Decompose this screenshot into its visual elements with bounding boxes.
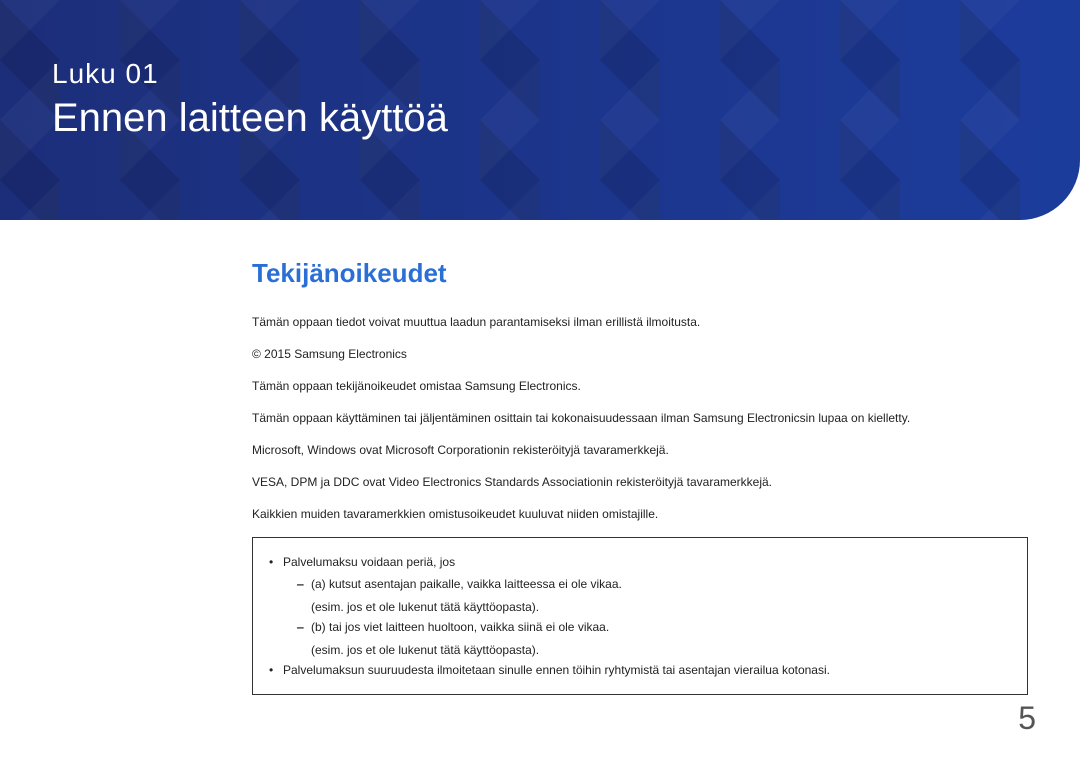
paragraph: VESA, DPM ja DDC ovat Video Electronics … bbox=[252, 473, 1028, 491]
paragraph: Tämän oppaan tiedot voivat muuttua laadu… bbox=[252, 313, 1028, 331]
paragraph: Kaikkien muiden tavaramerkkien omistusoi… bbox=[252, 505, 1028, 523]
paragraph: Tämän oppaan tekijänoikeudet omistaa Sam… bbox=[252, 377, 1028, 395]
list-item: (esim. jos et ole lukenut tätä käyttöopa… bbox=[269, 640, 1011, 660]
list-item: Palvelumaksun suuruudesta ilmoitetaan si… bbox=[269, 660, 1011, 680]
notice-box: Palvelumaksu voidaan periä, jos (a) kuts… bbox=[252, 537, 1028, 695]
list-item: (esim. jos et ole lukenut tätä käyttöopa… bbox=[269, 597, 1011, 617]
chapter-banner: Luku 01 Ennen laitteen käyttöä bbox=[0, 0, 1080, 220]
list-item: (a) kutsut asentajan paikalle, vaikka la… bbox=[269, 574, 1011, 594]
content-area: Tekijänoikeudet Tämän oppaan tiedot voiv… bbox=[0, 220, 1080, 695]
page-number: 5 bbox=[1018, 700, 1036, 737]
paragraph: Tämän oppaan käyttäminen tai jäljentämin… bbox=[252, 409, 1028, 427]
paragraph: Microsoft, Windows ovat Microsoft Corpor… bbox=[252, 441, 1028, 459]
list-item: Palvelumaksu voidaan periä, jos bbox=[269, 552, 1011, 572]
chapter-title: Ennen laitteen käyttöä bbox=[52, 96, 1080, 141]
list-item: (b) tai jos viet laitteen huoltoon, vaik… bbox=[269, 617, 1011, 637]
paragraph: © 2015 Samsung Electronics bbox=[252, 345, 1028, 363]
chapter-label: Luku 01 bbox=[52, 58, 1080, 90]
section-heading: Tekijänoikeudet bbox=[252, 258, 1028, 289]
